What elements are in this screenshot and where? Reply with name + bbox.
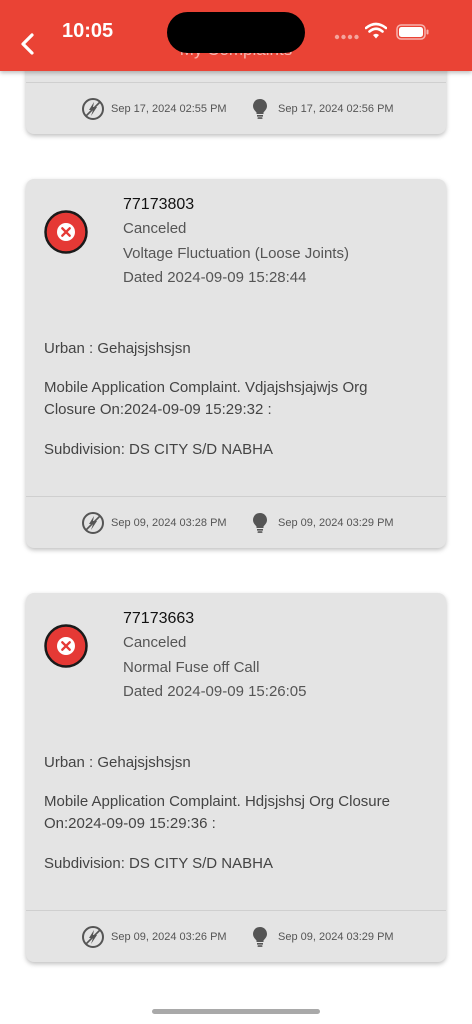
power-icon	[82, 926, 104, 948]
resolved-date: Sep 17, 2024 02:56 PM	[278, 103, 394, 115]
status-time: 10:05	[62, 20, 114, 42]
complaint-remark: Mobile Application Complaint. Vdjajshsja…	[44, 379, 368, 418]
resolved-date: Sep 09, 2024 03:29 PM	[278, 517, 394, 529]
back-button[interactable]	[14, 30, 42, 58]
battery-icon	[396, 24, 429, 40]
home-indicator[interactable]	[152, 1009, 320, 1014]
card-footer: Sep 09, 2024 03:28 PM Sep 09, 2024 03:29…	[26, 496, 446, 548]
cancel-icon	[44, 624, 88, 668]
complaint-card[interactable]: 77173663 Canceled Normal Fuse off Call D…	[26, 593, 446, 962]
card-footer: Sep 17, 2024 02:55 PM Sep 17, 2024 02:56…	[26, 82, 446, 134]
power-icon	[82, 98, 104, 120]
complaint-type: Voltage Fluctuation (Loose Joints)	[123, 245, 349, 262]
complaint-card[interactable]: 77173803 Canceled Voltage Fluctuation (L…	[26, 179, 446, 548]
power-icon	[82, 512, 104, 534]
complaint-number: 77173803	[123, 196, 195, 213]
complaint-status: Canceled	[123, 634, 187, 651]
complaint-subdivision: Subdivision: DS CITY S/D NABHA	[44, 855, 273, 872]
resolved-date: Sep 09, 2024 03:29 PM	[278, 931, 394, 943]
bulb-icon	[253, 99, 267, 119]
complaint-date: Dated 2024-09-09 15:26:05	[123, 683, 307, 700]
created-date: Sep 09, 2024 03:26 PM	[111, 931, 227, 943]
created-date: Sep 09, 2024 03:28 PM	[111, 517, 227, 529]
complaint-status: Canceled	[123, 220, 187, 237]
card-footer: Sep 09, 2024 03:26 PM Sep 09, 2024 03:29…	[26, 910, 446, 962]
complaint-number: 77173663	[123, 610, 195, 627]
complaint-date: Dated 2024-09-09 15:28:44	[123, 269, 307, 286]
dynamic-island	[167, 12, 305, 53]
cellular-icon	[334, 34, 359, 40]
created-date: Sep 17, 2024 02:55 PM	[111, 103, 227, 115]
wifi-icon	[365, 22, 387, 39]
bulb-icon	[253, 927, 267, 947]
complaint-subdivision: Subdivision: DS CITY S/D NABHA	[44, 441, 273, 458]
complaint-type: Normal Fuse off Call	[123, 659, 260, 676]
bulb-icon	[253, 513, 267, 533]
cancel-icon	[44, 210, 88, 254]
complaint-area: Urban : Gehajsjshsjsn	[44, 754, 191, 771]
complaint-area: Urban : Gehajsjshsjsn	[44, 340, 191, 357]
app-header: My Complaints 10:05	[0, 0, 472, 71]
complaint-remark: Mobile Application Complaint. Hdjsjshsj …	[44, 793, 390, 832]
